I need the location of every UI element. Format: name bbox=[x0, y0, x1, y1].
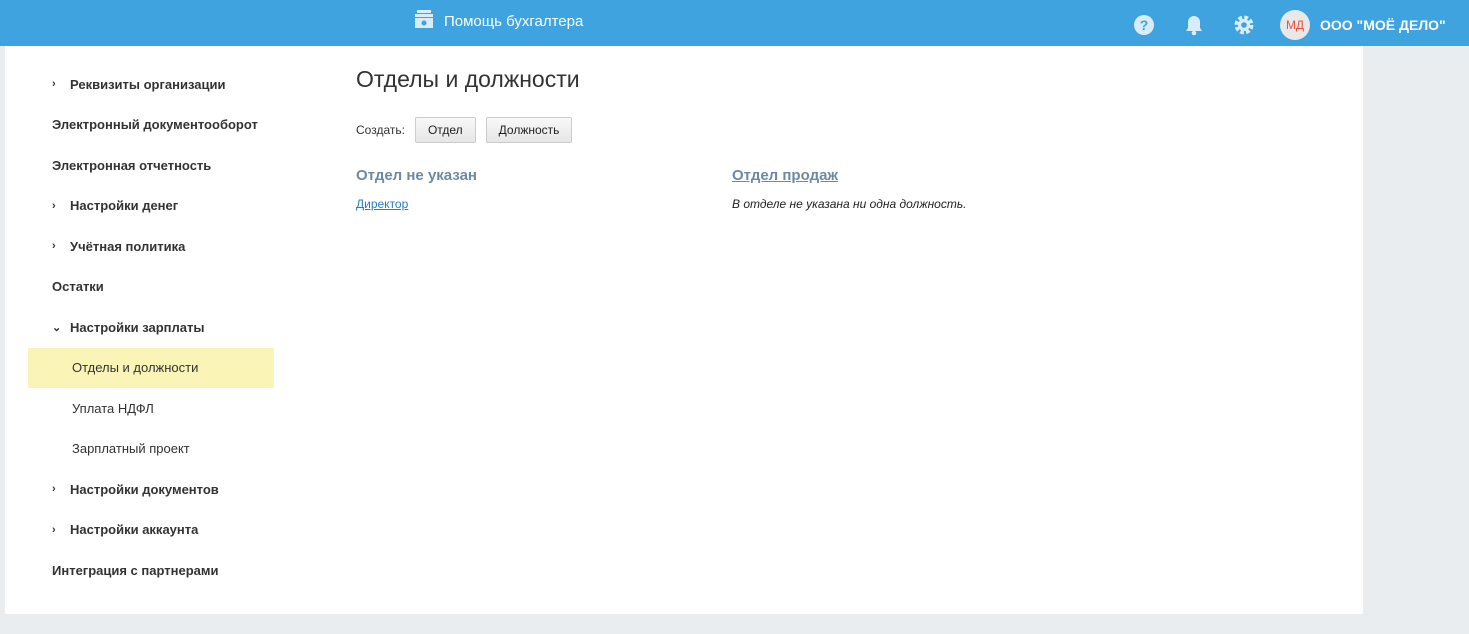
create-position-button[interactable]: Должность bbox=[485, 117, 573, 143]
department-column: Отдел продаж В отделе не указана ни одна… bbox=[732, 167, 1108, 211]
chevron-right-icon: › bbox=[52, 199, 56, 212]
chevron-right-icon: › bbox=[52, 240, 56, 253]
sidebar: › Реквизиты организации Электронный докум… bbox=[28, 64, 274, 591]
sidebar-item-document-settings[interactable]: › Настройки документов bbox=[28, 469, 274, 510]
app-title: Помощь бухгалтера bbox=[444, 12, 584, 30]
sidebar-item-label: Электронный документооборот bbox=[52, 117, 258, 133]
page-title: Отделы и должности bbox=[356, 66, 580, 92]
create-toolbar: Создать: Отдел Должность bbox=[356, 117, 1108, 143]
chevron-down-icon: ⌄ bbox=[52, 321, 62, 334]
sidebar-item-label: Зарплатный проект bbox=[72, 441, 190, 457]
sidebar-item-label: Учётная политика bbox=[70, 238, 186, 254]
sidebar-item-salary-settings[interactable]: ⌄ Настройки зарплаты bbox=[28, 307, 274, 348]
sidebar-item-label: Интеграция с партнерами bbox=[52, 562, 219, 578]
svg-text:?: ? bbox=[1140, 17, 1149, 33]
department-column: Отдел не указан Директор bbox=[356, 167, 732, 211]
chevron-right-icon: › bbox=[52, 523, 56, 536]
create-department-button[interactable]: Отдел bbox=[414, 117, 476, 143]
department-title: Отдел не указан bbox=[356, 167, 477, 184]
create-label: Создать: bbox=[356, 123, 405, 137]
sidebar-item-partners[interactable]: Интеграция с партнерами bbox=[28, 550, 274, 591]
accountant-help-icon bbox=[414, 9, 434, 33]
sidebar-item-requisites[interactable]: › Реквизиты организации bbox=[28, 64, 274, 105]
sidebar-item-money-settings[interactable]: › Настройки денег bbox=[28, 186, 274, 227]
sidebar-item-ndfl[interactable]: Уплата НДФЛ bbox=[28, 388, 274, 429]
main-content: Отделы и должности Создать: Отдел Должно… bbox=[356, 66, 1108, 211]
top-bar: Помощь бухгалтера ? МД ООО "МОЁ ДЕЛО" bbox=[0, 0, 1469, 46]
content-panel: › Реквизиты организации Электронный докум… bbox=[5, 46, 1363, 614]
help-icon[interactable]: ? bbox=[1133, 14, 1155, 36]
organization-name[interactable]: ООО "МОЁ ДЕЛО" bbox=[1320, 17, 1446, 33]
bell-icon[interactable] bbox=[1183, 14, 1205, 36]
sidebar-item-label: Уплата НДФЛ bbox=[72, 400, 154, 416]
sidebar-item-label: Настройки зарплаты bbox=[70, 319, 205, 335]
chevron-right-icon: › bbox=[52, 78, 56, 91]
chevron-right-icon: › bbox=[52, 483, 56, 496]
sidebar-item-label: Настройки аккаунта bbox=[70, 522, 199, 538]
sidebar-item-salary-project[interactable]: Зарплатный проект bbox=[28, 429, 274, 470]
gear-icon[interactable] bbox=[1233, 14, 1255, 36]
sidebar-item-label: Реквизиты организации bbox=[70, 76, 226, 92]
sidebar-item-accounting-policy[interactable]: › Учётная политика bbox=[28, 226, 274, 267]
sidebar-item-balances[interactable]: Остатки bbox=[28, 267, 274, 308]
sidebar-item-e-reporting[interactable]: Электронная отчетность bbox=[28, 145, 274, 186]
sidebar-item-account-settings[interactable]: › Настройки аккаунта bbox=[28, 510, 274, 551]
department-link[interactable]: Отдел продаж bbox=[732, 167, 1108, 184]
empty-positions-text: В отделе не указана ни одна должность. bbox=[732, 197, 967, 211]
sidebar-item-label: Настройки денег bbox=[70, 198, 179, 214]
avatar[interactable]: МД bbox=[1280, 10, 1310, 40]
sidebar-item-label: Электронная отчетность bbox=[52, 157, 212, 173]
sidebar-item-edo[interactable]: Электронный документооборот bbox=[28, 105, 274, 146]
brand[interactable]: Помощь бухгалтера bbox=[414, 9, 583, 33]
sidebar-item-label: Остатки bbox=[52, 279, 104, 295]
sidebar-item-label: Отделы и должности bbox=[72, 360, 199, 376]
sidebar-item-label: Настройки документов bbox=[70, 481, 219, 497]
position-link[interactable]: Директор bbox=[356, 197, 732, 211]
sidebar-item-departments[interactable]: Отделы и должности bbox=[28, 347, 274, 388]
